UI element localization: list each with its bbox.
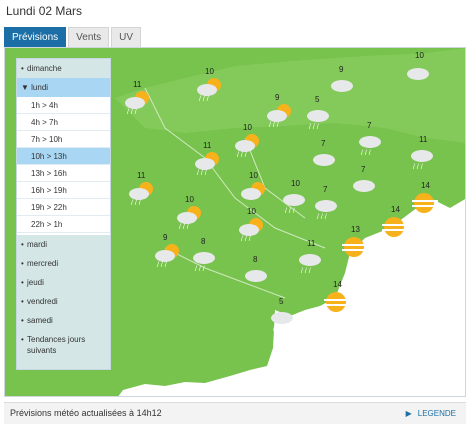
- svg-text:/ / /: / / /: [309, 124, 319, 130]
- weather-icon-cloud[interactable]: 8: [241, 255, 275, 288]
- svg-text:/ / /: / / /: [269, 122, 279, 128]
- svg-text:/ / /: / / /: [179, 224, 189, 230]
- weather-icon-sun-cloud[interactable]: 10: [237, 171, 271, 204]
- update-status: Prévisions météo actualisées à 14h12: [10, 408, 162, 418]
- time-slot[interactable]: 22h > 1h: [17, 216, 110, 233]
- weather-icon-cloud-rain[interactable]: 7 / / /: [355, 121, 389, 156]
- weather-icon-cloud[interactable]: 10: [403, 51, 437, 84]
- time-slot[interactable]: 4h > 7h: [17, 114, 110, 131]
- weather-icon-cloud[interactable]: 9: [327, 65, 361, 98]
- time-slot-list: 1h > 4h 4h > 7h 7h > 10h 10h > 13h 13h >…: [17, 97, 110, 235]
- time-slot-selected[interactable]: 10h > 13h: [17, 148, 110, 165]
- weather-icon-sun-cloud-rain[interactable]: 11 / / /: [191, 141, 225, 176]
- tab-uv[interactable]: UV: [111, 27, 142, 47]
- svg-text:/ / /: / / /: [361, 150, 371, 156]
- weather-icon-cloud-rain[interactable]: 5 / / /: [267, 297, 301, 332]
- weather-icon-cloud-rain[interactable]: 7 / / /: [311, 185, 345, 220]
- svg-text:/ / /: / / /: [241, 236, 251, 242]
- footer-bar: Prévisions météo actualisées à 14h12 ▶ LE…: [4, 402, 466, 424]
- caret-down-icon: ▼: [21, 83, 29, 92]
- time-slot[interactable]: 13h > 16h: [17, 165, 110, 182]
- tab-previsions[interactable]: Prévisions: [4, 27, 67, 47]
- map-frame: 11 / / / 10 / / / 9 10 9 / / / 5 / / / 1…: [4, 47, 466, 397]
- legend-label: LEGENDE: [417, 409, 456, 418]
- svg-text:/ / /: / / /: [285, 208, 295, 214]
- time-slot[interactable]: 19h > 22h: [17, 199, 110, 216]
- time-slot[interactable]: 1h > 4h: [17, 97, 110, 114]
- weather-icon-haze[interactable]: 14: [409, 181, 443, 214]
- weather-icon-sun-cloud-rain[interactable]: 10 / / /: [173, 195, 207, 230]
- svg-text:/ / /: / / /: [301, 268, 311, 274]
- svg-text:/ / /: / / /: [195, 266, 205, 272]
- weather-icon-cloud-rain[interactable]: 11 / / /: [295, 239, 329, 274]
- day-item-samedi[interactable]: samedi: [17, 311, 110, 330]
- day-item-tendances[interactable]: Tendances jours suivants: [17, 330, 110, 360]
- weather-icon-sun-cloud-rain[interactable]: 10 / / /: [231, 123, 265, 158]
- day-time-selector: dimanche ▼ lundi 1h > 4h 4h > 7h 7h > 10…: [16, 58, 111, 370]
- svg-text:/ / /: / / /: [273, 326, 283, 332]
- tab-vents[interactable]: Vents: [68, 27, 110, 47]
- weather-icon-cloud-rain[interactable]: 10 / / /: [279, 179, 313, 214]
- time-slot[interactable]: 16h > 19h: [17, 182, 110, 199]
- weather-icon-cloud-rain[interactable]: 8 / / /: [189, 237, 223, 272]
- svg-text:/ / /: / / /: [317, 214, 327, 220]
- svg-text:/ / /: / / /: [237, 152, 247, 158]
- weather-icon-sun-cloud-rain[interactable]: 9 / / /: [263, 93, 297, 128]
- day-label: lundi: [31, 83, 49, 92]
- play-arrow-icon: ▶: [405, 409, 412, 418]
- weather-icon-cloud-rain[interactable]: 11 / / /: [407, 135, 441, 170]
- day-item-lundi[interactable]: ▼ lundi: [17, 78, 110, 97]
- weather-icon-sun-cloud-rain[interactable]: 11 / / /: [121, 80, 155, 115]
- weather-icon-cloud[interactable]: 7: [349, 165, 383, 198]
- svg-text:/ / /: / / /: [157, 262, 167, 268]
- weather-icon-cloud-rain[interactable]: 5 / / /: [303, 95, 337, 130]
- page-title: Lundi 02 Mars: [6, 4, 83, 18]
- time-slot[interactable]: 7h > 10h: [17, 131, 110, 148]
- day-item-dimanche[interactable]: dimanche: [17, 59, 110, 78]
- day-item-vendredi[interactable]: vendredi: [17, 292, 110, 311]
- weather-icon-haze[interactable]: 14: [321, 280, 355, 313]
- weather-icon-cloud[interactable]: 7: [309, 139, 343, 172]
- day-item-jeudi[interactable]: jeudi: [17, 273, 110, 292]
- svg-text:/ / /: / / /: [131, 200, 141, 206]
- legend-link[interactable]: ▶ LEGENDE: [406, 409, 456, 418]
- svg-text:/ / /: / / /: [199, 96, 209, 102]
- weather-icon-haze[interactable]: 13: [339, 225, 373, 258]
- weather-icon-sun-cloud-rain[interactable]: 11 / / /: [125, 171, 159, 206]
- weather-icon-haze[interactable]: 14: [379, 205, 413, 238]
- forecast-tabs: Prévisions Vents UV: [4, 27, 143, 47]
- weather-icon-sun-cloud-rain[interactable]: 10 / / /: [235, 207, 269, 242]
- day-item-mercredi[interactable]: mercredi: [17, 254, 110, 273]
- svg-text:/ / /: / / /: [127, 109, 137, 115]
- svg-text:/ / /: / / /: [197, 170, 207, 176]
- svg-text:/ / /: / / /: [413, 164, 423, 170]
- weather-icon-sun-cloud-rain[interactable]: 9 / / /: [151, 233, 185, 268]
- weather-icon-sun-cloud-rain[interactable]: 10 / / /: [193, 67, 227, 102]
- day-item-mardi[interactable]: mardi: [17, 235, 110, 254]
